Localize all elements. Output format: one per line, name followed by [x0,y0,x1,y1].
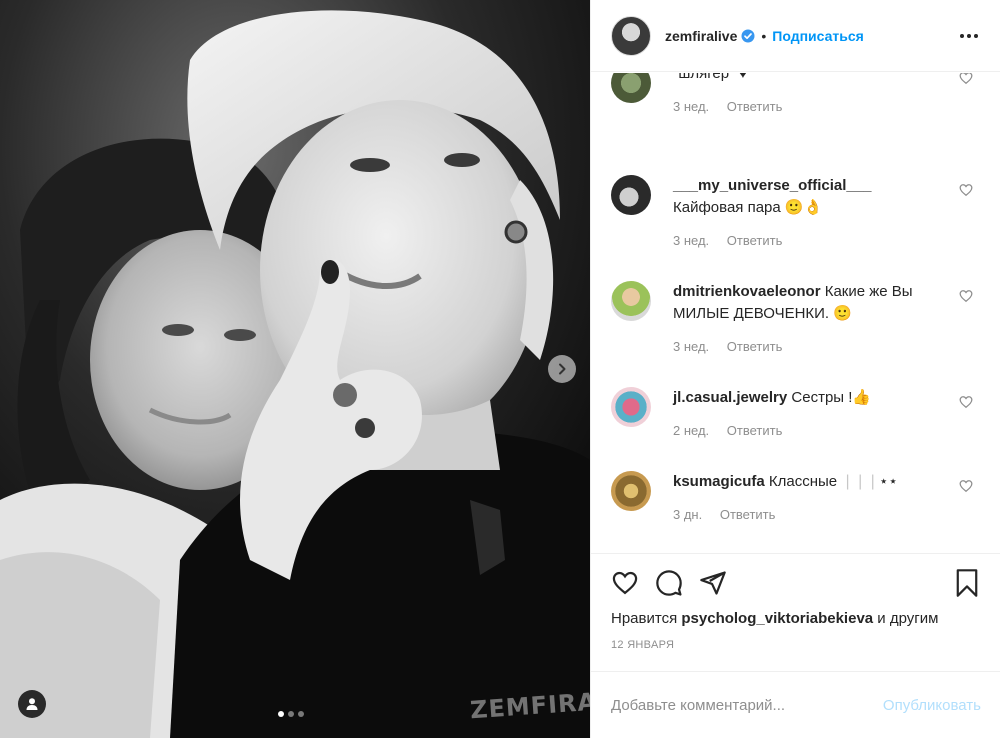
share-button[interactable] [699,569,727,597]
slide-indicator [278,711,304,717]
author-username[interactable]: zemfiralive [665,28,737,44]
comment-username[interactable]: ksumagicufa [673,473,765,490]
user-tag-icon [26,698,38,710]
heart-icon [959,480,973,493]
publish-button[interactable]: Опубликовать [883,697,981,714]
comment-avatar[interactable] [611,73,651,103]
header-separator: • [761,27,767,44]
comment-item: "шлягер" ♥ 3 нед. Ответить [611,73,981,114]
bookmark-icon [956,569,978,597]
comment-like-button[interactable] [959,183,973,200]
reply-button[interactable]: Ответить [727,233,783,248]
comment-avatar[interactable] [611,471,651,511]
comment-item: jl.casual.jewelry Сестры !👍 2 нед. Ответ… [611,387,981,438]
chevron-right-icon [559,363,566,375]
more-options-icon[interactable] [954,28,984,44]
add-comment-form: Опубликовать [591,671,1000,738]
reply-button[interactable]: Ответить [727,423,783,438]
comment-avatar[interactable] [611,175,651,215]
likes-summary: Нравится psycholog_viktoriabekieva и дру… [591,610,1000,627]
comment-content: Кайфовая пара 🙂👌 [673,199,823,216]
save-button[interactable] [953,568,981,598]
comment-meta: 3 нед. Ответить [673,339,981,354]
paper-plane-icon [700,571,726,595]
comment-content: Сестры !👍 [791,389,872,406]
comments-list[interactable]: "шлягер" ♥ 3 нед. Ответить ___my_univers… [591,73,1000,553]
comment-text: ___my_universe_official___ Кайфовая пара… [673,175,943,219]
comment-text: dmitrienkovaeleonor Какие же Вы МИЛЫЕ ДЕ… [673,281,943,325]
comment-text: jl.casual.jewelry Сестры !👍 [673,387,943,409]
comment-like-button[interactable] [959,479,973,496]
tagged-users-button[interactable] [18,690,46,718]
comment-input[interactable] [611,696,883,714]
reply-button[interactable]: Ответить [727,99,783,114]
comment-like-button[interactable] [959,289,973,306]
comment-meta: 3 нед. Ответить [673,99,981,114]
comment-meta: 3 дн. Ответить [673,507,981,522]
slide-dot [298,711,304,717]
heart-icon [959,73,973,85]
author-avatar[interactable] [611,15,651,56]
verified-badge-icon [741,29,755,43]
comment-username[interactable]: jl.casual.jewelry [673,389,787,406]
comment-avatar[interactable] [611,281,651,321]
comment-meta: 3 нед. Ответить [673,233,981,248]
likes-prefix: Нравится [611,610,678,627]
comment-icon [656,570,682,596]
comment-time[interactable]: 3 дн. [673,507,702,522]
comment-time[interactable]: 3 нед. [673,99,709,114]
comment-like-button[interactable] [959,395,973,412]
post-date[interactable]: 12 ЯНВАРЯ [591,639,1000,651]
comment-time[interactable]: 3 нед. [673,339,709,354]
likes-suffix[interactable]: и другим [877,610,938,627]
comment-content-decor: ❘❘❘ [837,473,879,490]
comment-time[interactable]: 2 нед. [673,423,709,438]
comment-username[interactable]: dmitrienkovaeleonor [673,283,821,300]
heart-icon [959,290,973,303]
comment-time[interactable]: 3 нед. [673,233,709,248]
reply-button[interactable]: Ответить [727,339,783,354]
heart-icon [612,571,638,595]
slide-dot-active [278,711,284,717]
instagram-post: ZEMFIRA zemfiralive • Подписаться "шляге… [0,0,1000,738]
comment-like-button[interactable] [959,73,973,88]
heart-icon [959,396,973,409]
reply-button[interactable]: Ответить [720,507,776,522]
comment-text: "шлягер" ♥ [673,73,943,85]
comment-avatar[interactable] [611,387,651,427]
follow-button[interactable]: Подписаться [772,28,864,44]
next-slide-button[interactable] [548,355,576,383]
comment-item: ksumagicufa Классные ❘❘❘⋆⋆ 3 дн. Ответит… [611,471,981,522]
photo-image [0,0,590,738]
post-photo[interactable]: ZEMFIRA [0,0,590,738]
like-button[interactable] [611,569,639,597]
comment-content: Классные [768,473,838,490]
heart-icon [959,184,973,197]
likes-user-link[interactable]: psycholog_viktoriabekieva [681,610,873,627]
slide-dot [288,711,294,717]
comment-item: ___my_universe_official___ Кайфовая пара… [611,175,981,248]
post-header: zemfiralive • Подписаться [591,0,1000,72]
action-icons-bar [591,554,1000,612]
comment-button[interactable] [655,569,683,597]
comment-content: "шлягер" ♥ [673,73,748,82]
comment-item: dmitrienkovaeleonor Какие же Вы МИЛЫЕ ДЕ… [611,281,981,354]
comment-text: ksumagicufa Классные ❘❘❘⋆⋆ [673,471,943,493]
comment-meta: 2 нед. Ответить [673,423,981,438]
comment-username[interactable]: ___my_universe_official___ [673,177,871,194]
post-side-panel: zemfiralive • Подписаться "шлягер" ♥ 3 н… [590,0,1000,738]
post-actions: Нравится psycholog_viktoriabekieva и дру… [591,553,1000,651]
comment-content-tail: ⋆⋆ [879,473,898,490]
